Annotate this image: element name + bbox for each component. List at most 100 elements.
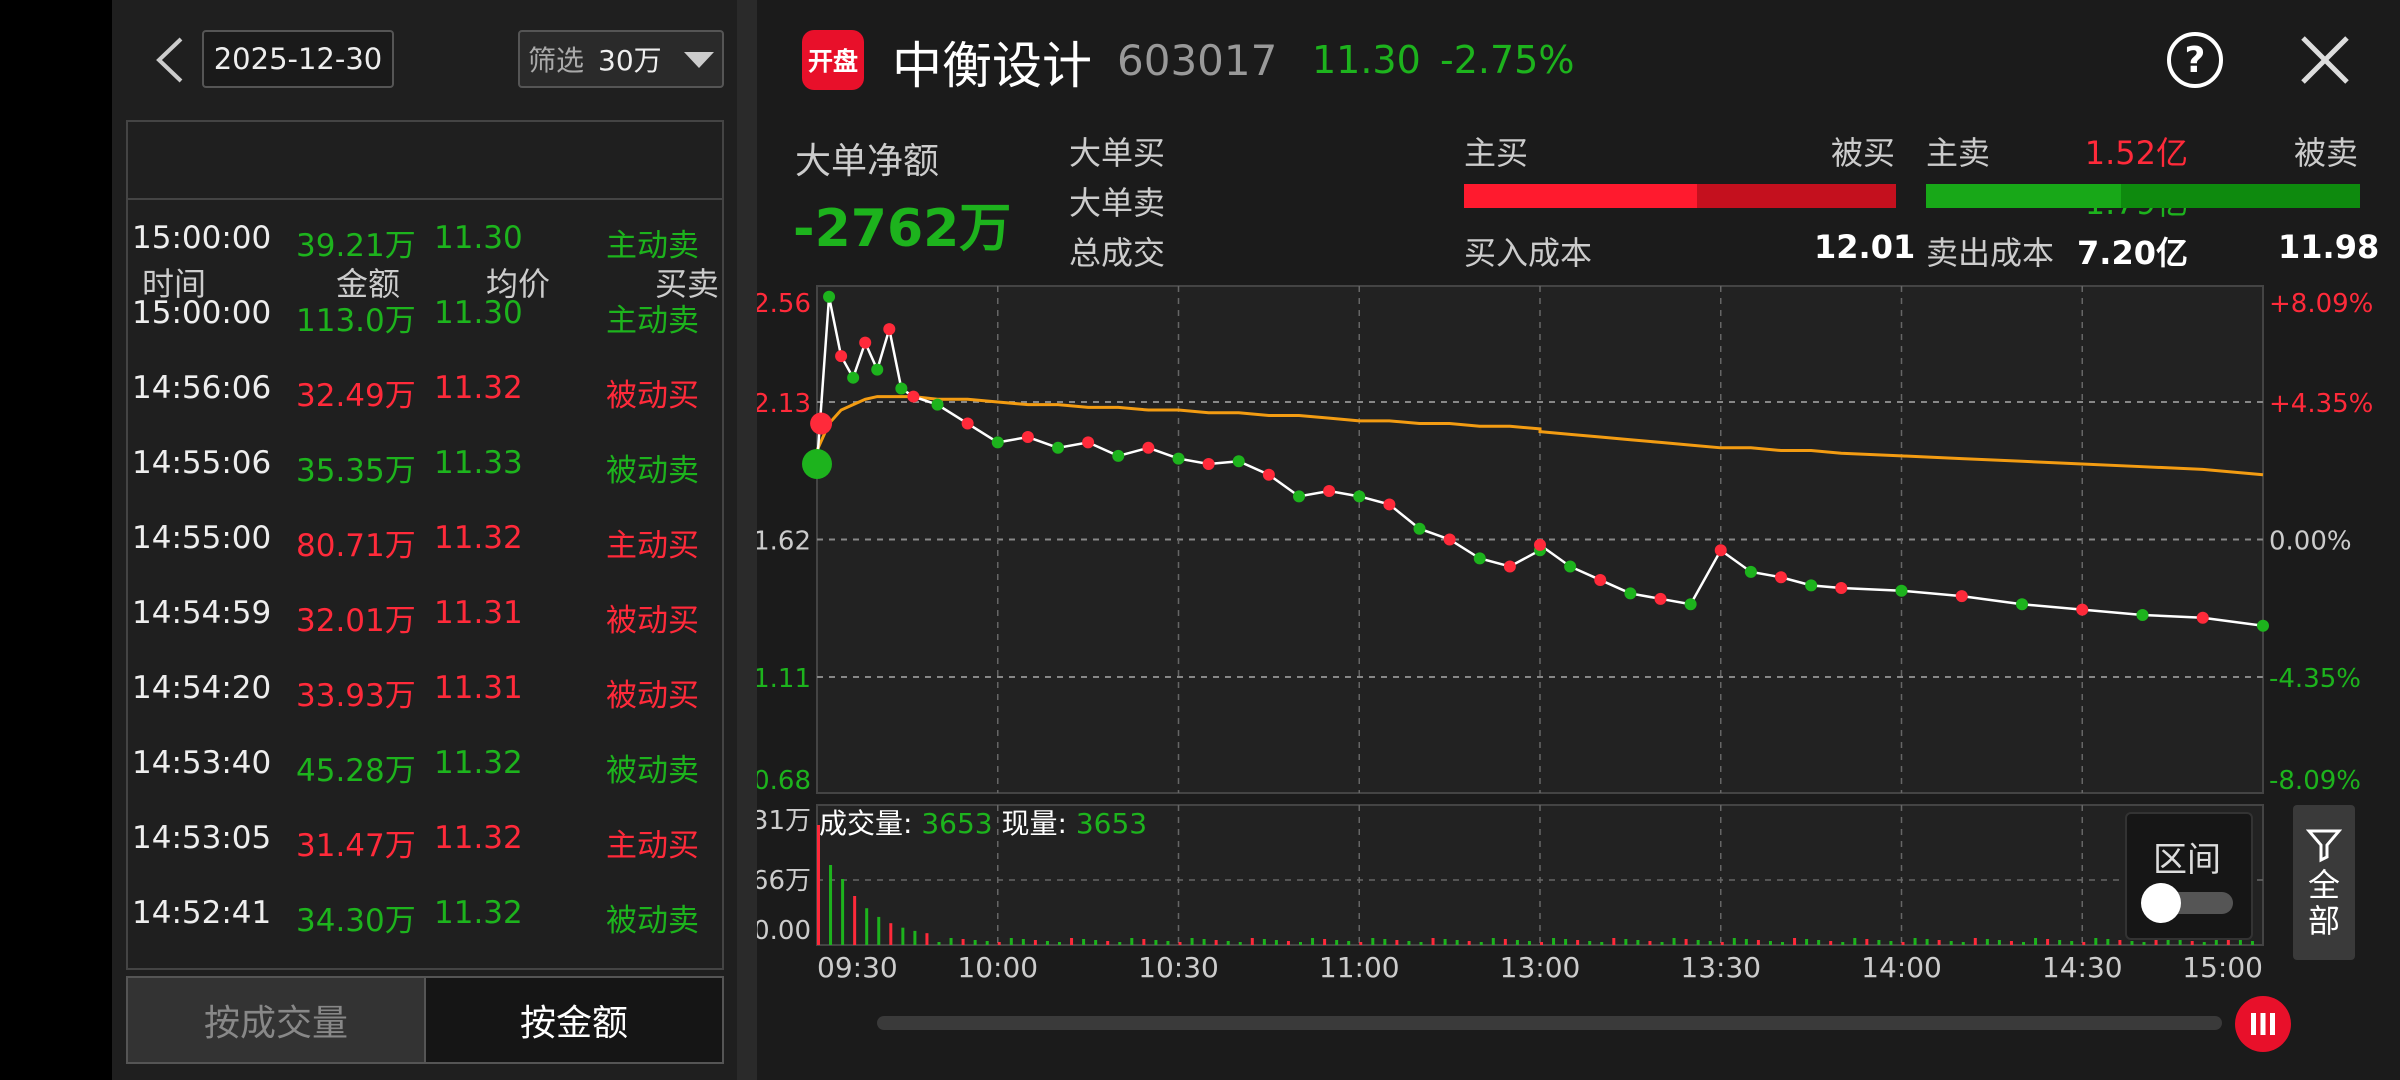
volume-bar bbox=[1877, 940, 1881, 945]
cell-time: 14:54:20 bbox=[132, 670, 272, 706]
trade-dot bbox=[1413, 522, 1426, 535]
volume-bar bbox=[1250, 938, 1254, 945]
buy-ratio-bar bbox=[1464, 184, 1896, 208]
big-order-marker bbox=[810, 412, 833, 435]
trade-dot bbox=[835, 350, 848, 363]
volume-bar bbox=[1588, 941, 1592, 945]
volume-bar bbox=[1624, 939, 1628, 945]
table-row[interactable]: 14:55:06 35.35万 11.33 被动卖 bbox=[128, 425, 722, 500]
cell-amount: 80.71万 bbox=[296, 528, 416, 564]
cell-avg: 11.33 bbox=[434, 445, 523, 481]
cell-amount: 32.49万 bbox=[296, 378, 416, 414]
volume-bar bbox=[1600, 942, 1604, 945]
volume-bar bbox=[1045, 941, 1049, 945]
open-marker bbox=[802, 448, 832, 479]
cell-side: 主动买 bbox=[606, 528, 699, 564]
volume-bar bbox=[1262, 939, 1266, 945]
volume-bar bbox=[2142, 942, 2146, 945]
volume-bar bbox=[1443, 939, 1447, 945]
volume-bar bbox=[1781, 942, 1784, 945]
volume-bar bbox=[997, 942, 1001, 945]
cell-side: 主动卖 bbox=[606, 303, 699, 339]
volume-bar bbox=[1732, 938, 1736, 945]
volume-bar bbox=[1552, 938, 1556, 945]
close-button[interactable] bbox=[2297, 32, 2353, 88]
volume-bar bbox=[1323, 939, 1327, 945]
volume-bar bbox=[1347, 941, 1351, 945]
volume-bar bbox=[1805, 939, 1809, 945]
volume-bar bbox=[1503, 939, 1507, 945]
time-tick-label: 09:30 bbox=[817, 951, 898, 984]
cell-side: 被动买 bbox=[606, 603, 699, 639]
volume-bar bbox=[1419, 942, 1423, 945]
trade-dot bbox=[931, 398, 944, 411]
cell-avg: 11.32 bbox=[434, 895, 523, 931]
table-row[interactable]: 14:55:00 80.71万 11.32 主动买 bbox=[128, 500, 722, 575]
volume-bar bbox=[1286, 941, 1290, 945]
scrubber-handle[interactable] bbox=[2235, 996, 2291, 1052]
trade-dot bbox=[1744, 565, 1757, 578]
volume-bar bbox=[841, 879, 845, 945]
cell-time: 14:55:00 bbox=[132, 520, 272, 556]
table-row[interactable]: 14:52:41 34.30万 11.32 被动卖 bbox=[128, 875, 722, 950]
cell-avg: 11.32 bbox=[434, 520, 523, 556]
volume-bar bbox=[2046, 939, 2050, 945]
switch-knob bbox=[2141, 883, 2181, 923]
volume-bar bbox=[1467, 941, 1471, 945]
volume-bar bbox=[2190, 941, 2194, 945]
volume-bar bbox=[1756, 940, 1760, 945]
table-row[interactable]: 15:00:00 113.0万 11.30 主动卖 bbox=[128, 275, 722, 350]
tab-by-volume[interactable]: 按成交量 bbox=[128, 978, 424, 1062]
volume-bar bbox=[1070, 938, 1074, 945]
time-tick-label: 11:00 bbox=[1319, 951, 1400, 984]
table-row[interactable]: 14:56:06 32.49万 11.32 被动买 bbox=[128, 350, 722, 425]
volume-bar bbox=[1190, 938, 1194, 945]
filter-icon bbox=[2306, 829, 2342, 863]
pct-tick-label: -8.09% bbox=[2269, 766, 2361, 796]
time-tick-label: 15:00 bbox=[2182, 951, 2263, 984]
volume-bar bbox=[1082, 939, 1086, 945]
volume-bar bbox=[1118, 942, 1122, 945]
table-row[interactable]: 14:54:59 32.01万 11.31 被动买 bbox=[128, 575, 722, 650]
interval-switch[interactable] bbox=[2141, 883, 2233, 923]
list-toolbar: 2025-12-30 筛选 30万 bbox=[112, 0, 737, 120]
time-tick-label: 10:30 bbox=[1138, 951, 1219, 984]
cell-amount: 33.93万 bbox=[296, 678, 416, 714]
big-buy-value: 1.52亿 bbox=[2084, 134, 2188, 172]
tab-by-amount[interactable]: 按金额 bbox=[424, 978, 722, 1062]
volume-bar bbox=[1202, 939, 1206, 945]
price-tick-label: 12.56 bbox=[757, 289, 811, 319]
volume-bar bbox=[1937, 940, 1941, 945]
volume-bar bbox=[1925, 939, 1929, 945]
total-volume-label: 总成交 bbox=[1069, 234, 1166, 272]
volume-tick-label: 3.66万 bbox=[757, 866, 811, 896]
all-filter-label: 全部 bbox=[2307, 866, 2340, 940]
table-row[interactable]: 14:53:40 45.28万 11.32 被动卖 bbox=[128, 725, 722, 800]
volume-bar bbox=[949, 938, 953, 945]
time-scrubber-track[interactable] bbox=[877, 1016, 2222, 1030]
pct-tick-label: +8.09% bbox=[2269, 289, 2373, 319]
cell-avg: 11.31 bbox=[434, 670, 523, 706]
all-filter-button[interactable]: 全部 bbox=[2293, 805, 2355, 960]
trade-dot bbox=[823, 290, 836, 303]
cell-amount: 35.35万 bbox=[296, 453, 416, 489]
date-picker[interactable]: 2025-12-30 bbox=[202, 30, 394, 88]
back-button[interactable] bbox=[144, 32, 194, 88]
trade-dot bbox=[2076, 603, 2089, 616]
cell-side: 被动买 bbox=[606, 378, 699, 414]
cell-avg: 11.30 bbox=[434, 220, 523, 256]
trade-dot bbox=[2136, 609, 2149, 622]
intraday-chart[interactable]: 09:30 10:00 10:30 11:00 13:00 13:30 14:00 14:30… bbox=[757, 280, 2400, 1080]
volume-bar bbox=[1142, 939, 1146, 945]
table-row[interactable]: 14:54:20 33.93万 11.31 被动买 bbox=[128, 650, 722, 725]
trade-dot bbox=[1473, 552, 1486, 565]
stock-change-pct: -2.75% bbox=[1440, 38, 1575, 82]
trade-dot bbox=[1383, 498, 1396, 511]
trade-dot bbox=[1262, 468, 1275, 481]
table-row[interactable]: 15:00:00 39.21万 11.30 主动卖 bbox=[128, 200, 722, 275]
help-button[interactable]: ? bbox=[2167, 32, 2223, 88]
amount-filter-select[interactable]: 筛选 30万 bbox=[518, 30, 724, 88]
volume-bar bbox=[1672, 938, 1676, 945]
table-row[interactable]: 14:53:05 31.47万 11.32 主动买 bbox=[128, 800, 722, 875]
cell-time: 15:00:00 bbox=[132, 220, 272, 256]
